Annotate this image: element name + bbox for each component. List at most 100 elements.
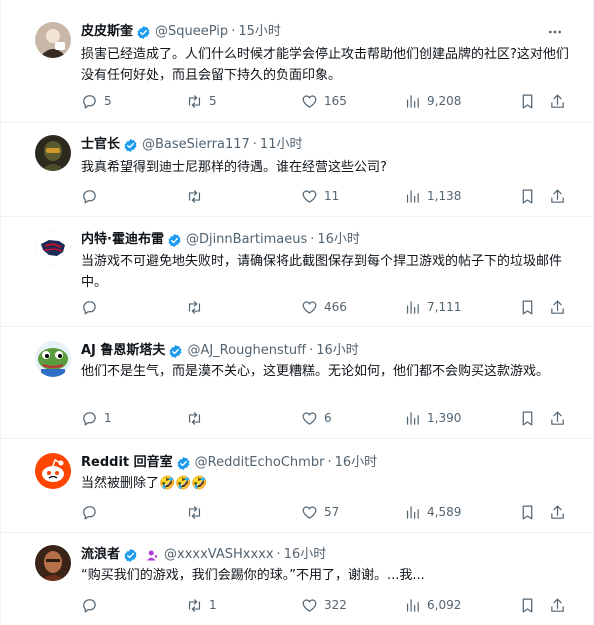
reply-button[interactable]: [81, 185, 104, 207]
retweet-button[interactable]: [186, 501, 209, 523]
like-button[interactable]: 322: [301, 594, 347, 616]
timeline-feed: 皮皮斯奎 @SqueePip · 15小时 损害已经造成了。人们什么时候才能学会…: [0, 0, 594, 625]
verified-badge-icon: [137, 25, 150, 39]
handle[interactable]: @AJ_Roughenstuff: [187, 341, 306, 361]
handle[interactable]: @BaseSierra117: [142, 135, 250, 155]
handle[interactable]: @RedditEchoChmbr: [195, 453, 325, 473]
separator: ·: [310, 232, 315, 247]
display-name[interactable]: AJ 鲁恩斯塔夫: [81, 341, 165, 361]
timestamp[interactable]: 16小时: [317, 230, 360, 250]
like-button[interactable]: 165: [301, 90, 347, 112]
views-button[interactable]: 4,589: [404, 501, 461, 523]
retweet-button[interactable]: [186, 407, 209, 429]
tweet[interactable]: Reddit 回音室 @RedditEchoChmbr · 16小时 当然被删除…: [1, 439, 593, 533]
like-button[interactable]: 466: [301, 296, 347, 318]
bookmark-button[interactable]: [519, 594, 536, 616]
tweet-actions: 1 322 6,092: [81, 594, 567, 616]
retweet-icon: [188, 94, 201, 108]
share-button[interactable]: [549, 296, 566, 318]
more-options-icon[interactable]: [545, 22, 565, 42]
like-button[interactable]: 11: [301, 185, 339, 207]
tweet-header: AJ 鲁恩斯塔夫 @AJ_Roughenstuff · 16小时: [81, 341, 359, 361]
display-name[interactable]: Reddit 回音室: [81, 453, 173, 473]
views-count: 1,390: [427, 411, 462, 425]
handle[interactable]: @xxxxVASHxxxx: [164, 545, 274, 565]
tweet[interactable]: 内特·霍迪布雷 @DjinnBartimaeus · 16小时 当游戏不可避免地…: [1, 217, 593, 327]
avatar[interactable]: [35, 230, 71, 266]
retweet-button[interactable]: 1: [186, 594, 217, 616]
bookmark-button[interactable]: [519, 407, 536, 429]
views-icon: [406, 94, 419, 108]
tweet-actions: 1 6 1,390: [81, 407, 567, 429]
avatar[interactable]: [35, 135, 71, 171]
tweet-header: 士官长 @BaseSierra117 · 11小时: [81, 135, 302, 155]
verified-badge-icon: [124, 548, 137, 562]
tweet[interactable]: AJ 鲁恩斯塔夫 @AJ_Roughenstuff · 16小时 他们不是生气，…: [1, 327, 593, 439]
share-button[interactable]: [549, 90, 566, 112]
tweet-header: Reddit 回音室 @RedditEchoChmbr · 16小时: [81, 453, 377, 473]
reply-count: 5: [104, 94, 112, 108]
views-icon: [406, 411, 419, 425]
share-icon: [551, 189, 564, 203]
separator: ·: [327, 455, 332, 470]
reply-button[interactable]: 1: [81, 407, 112, 429]
tweet[interactable]: 流浪者 @xxxxVASHxxxx · 16小时 “购买我们的游戏，我们会踢你的…: [1, 533, 593, 625]
avatar[interactable]: [35, 22, 71, 58]
views-button[interactable]: 9,208: [404, 90, 461, 112]
views-button[interactable]: 6,092: [404, 594, 461, 616]
timestamp[interactable]: 16小时: [316, 341, 359, 361]
timestamp[interactable]: 11小时: [260, 135, 303, 155]
tweet[interactable]: 皮皮斯奎 @SqueePip · 15小时 损害已经造成了。人们什么时候才能学会…: [1, 0, 593, 123]
heart-icon: [302, 301, 317, 314]
timestamp[interactable]: 16小时: [284, 545, 327, 565]
views-button[interactable]: 1,138: [404, 185, 461, 207]
retweet-icon: [188, 189, 201, 203]
avatar[interactable]: [35, 341, 71, 377]
like-button[interactable]: 6: [301, 407, 332, 429]
reply-count: 1: [104, 411, 112, 425]
views-icon: [406, 598, 419, 612]
separator: ·: [309, 343, 314, 358]
reply-button[interactable]: [81, 501, 104, 523]
heart-icon: [302, 412, 317, 425]
reply-button[interactable]: 5: [81, 90, 112, 112]
tweet-text: 损害已经造成了。人们什么时候才能学会停止攻击帮助他们创建品牌的社区?这对他们没有…: [81, 47, 569, 83]
bookmark-button[interactable]: [519, 501, 536, 523]
bookmark-button[interactable]: [519, 90, 536, 112]
display-name[interactable]: 流浪者: [81, 545, 120, 565]
views-icon: [406, 189, 419, 203]
heart-icon: [302, 599, 317, 612]
views-button[interactable]: 7,111: [404, 296, 461, 318]
retweet-button[interactable]: [186, 185, 209, 207]
views-icon: [406, 505, 419, 519]
avatar[interactable]: [35, 545, 71, 581]
handle[interactable]: @SqueePip: [155, 22, 228, 42]
like-button[interactable]: 57: [301, 501, 339, 523]
display-name[interactable]: 士官长: [81, 135, 120, 155]
share-button[interactable]: [549, 594, 566, 616]
retweet-button[interactable]: [186, 296, 209, 318]
like-count: 6: [324, 411, 332, 425]
views-button[interactable]: 1,390: [404, 407, 461, 429]
share-button[interactable]: [549, 407, 566, 429]
avatar[interactable]: [35, 453, 71, 489]
bookmark-button[interactable]: [519, 296, 536, 318]
share-button[interactable]: [549, 185, 566, 207]
bookmark-icon: [522, 598, 533, 612]
tweet[interactable]: 士官长 @BaseSierra117 · 11小时 我真希望得到迪士尼那样的待遇…: [1, 123, 593, 217]
share-button[interactable]: [549, 501, 566, 523]
display-name[interactable]: 皮皮斯奎: [81, 22, 133, 42]
like-count: 11: [324, 189, 340, 203]
separator: ·: [276, 547, 281, 562]
display-name[interactable]: 内特·霍迪布雷: [81, 230, 164, 250]
retweet-button[interactable]: 5: [186, 90, 217, 112]
reply-button[interactable]: [81, 296, 104, 318]
tweet-header: 内特·霍迪布雷 @DjinnBartimaeus · 16小时: [81, 230, 360, 250]
reply-button[interactable]: [81, 594, 104, 616]
reply-icon: [83, 411, 96, 425]
heart-icon: [302, 506, 317, 519]
bookmark-button[interactable]: [519, 185, 536, 207]
timestamp[interactable]: 15小时: [238, 22, 281, 42]
handle[interactable]: @DjinnBartimaeus: [186, 230, 307, 250]
timestamp[interactable]: 16小时: [335, 453, 378, 473]
